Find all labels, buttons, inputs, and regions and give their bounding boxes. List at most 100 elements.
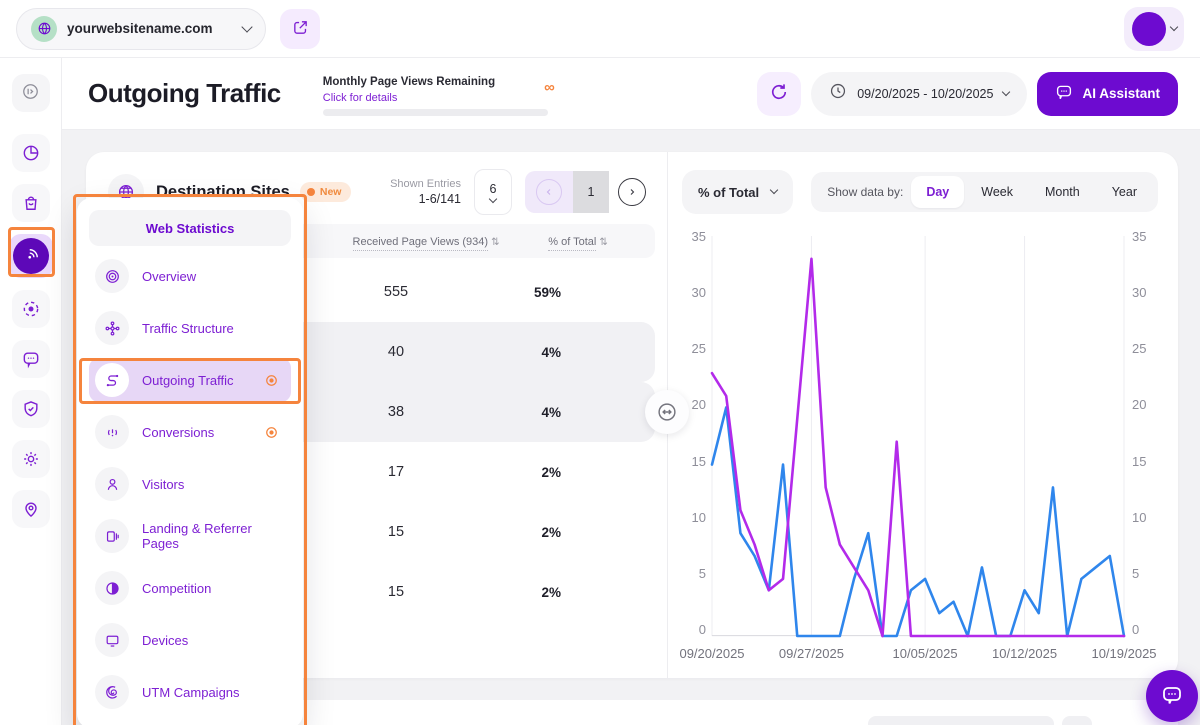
- x-tick-label: 10/12/2025: [992, 646, 1057, 661]
- y-axis-right: 35302520151050: [1124, 230, 1158, 666]
- y-tick-left: 25: [692, 342, 706, 355]
- y-tick-right: 0: [1132, 623, 1139, 636]
- menu-item-label: Competition: [142, 581, 211, 596]
- competition-icon: [95, 571, 129, 605]
- y-tick-right: 20: [1132, 398, 1146, 411]
- y-tick-left: 30: [692, 286, 706, 299]
- period-option-month[interactable]: Month: [1030, 176, 1095, 208]
- column-percent-of-total[interactable]: % of Total: [548, 236, 596, 251]
- menu-item-label: UTM Campaigns: [142, 685, 240, 700]
- collapse-arrow-icon: [21, 82, 40, 104]
- shown-entries: Shown Entries 1-6/141: [390, 178, 461, 206]
- menu-item-label: Traffic Structure: [142, 321, 234, 336]
- views-cell: 17: [321, 464, 471, 480]
- support-chat-button[interactable]: [1146, 670, 1198, 722]
- date-range-value: 09/20/2025 - 10/20/2025: [857, 87, 993, 101]
- y-tick-left: 20: [692, 398, 706, 411]
- radar-icon: [13, 238, 49, 274]
- y-tick-left: 35: [692, 230, 706, 243]
- sidebar-nav: [9, 134, 53, 528]
- x-tick-label: 09/20/2025: [679, 646, 744, 661]
- page-size-selector[interactable]: 6: [474, 169, 512, 215]
- chat-bubble-icon: [1160, 683, 1184, 710]
- percent-cell: 59%: [471, 285, 561, 300]
- menu-items: Overview Traffic Structure Outgoing Traffi…: [89, 254, 291, 714]
- sort-icon: ⇅: [599, 237, 607, 248]
- plot-area[interactable]: 09/20/202509/27/202510/05/202510/12/2025…: [712, 230, 1124, 666]
- chart-panel: % of Total Show data by: DayWeekMonthYea…: [668, 152, 1178, 678]
- y-tick-right: 5: [1132, 567, 1139, 580]
- period-option-year[interactable]: Year: [1097, 176, 1152, 208]
- ai-assistant-label: AI Assistant: [1082, 86, 1160, 101]
- sidebar-item-pie-chart[interactable]: [12, 134, 50, 172]
- chart-svg: [712, 236, 1124, 636]
- y-tick-left: 15: [692, 455, 706, 468]
- website-selector[interactable]: yourwebsitename.com: [16, 8, 266, 50]
- page-header: Outgoing Traffic Monthly Page Views Rema…: [62, 58, 1200, 130]
- quota-details-link[interactable]: Click for details: [323, 92, 495, 104]
- clock-icon: [829, 82, 847, 105]
- percent-cell: 4%: [471, 405, 561, 420]
- open-site-button[interactable]: [280, 9, 320, 49]
- website-globe-icon: [31, 16, 57, 42]
- views-cell: 38: [321, 404, 471, 420]
- collapse-sidebar-button[interactable]: [12, 74, 50, 112]
- menu-item-overview[interactable]: Overview: [89, 254, 291, 298]
- show-data-by-label: Show data by:: [827, 185, 903, 199]
- infinity-value: ∞: [544, 80, 555, 95]
- blue-series-line: [712, 407, 1124, 636]
- resize-handle[interactable]: [645, 390, 689, 434]
- sidebar-item-radar[interactable]: [9, 234, 53, 278]
- column-received-page-views[interactable]: Received Page Views (934): [353, 236, 489, 251]
- sidebar-item-shield-check[interactable]: [12, 390, 50, 428]
- views-cell: 555: [321, 284, 471, 300]
- sidebar-item-settings-gear[interactable]: [12, 440, 50, 478]
- y-tick-right: 30: [1132, 286, 1146, 299]
- chevron-down-icon: [241, 21, 252, 32]
- menu-item-visitors[interactable]: Visitors: [89, 462, 291, 506]
- menu-item-label: Landing & Referrer Pages: [142, 521, 285, 551]
- period-option-week[interactable]: Week: [966, 176, 1028, 208]
- avatar: [1132, 12, 1166, 46]
- menu-item-outgoing-traffic[interactable]: Outgoing Traffic: [89, 358, 291, 402]
- y-tick-right: 10: [1132, 511, 1146, 524]
- views-cell: 15: [321, 524, 471, 540]
- menu-item-landing-referrer-pages[interactable]: Landing & Referrer Pages: [89, 514, 291, 558]
- menu-header: Web Statistics: [89, 210, 291, 246]
- sidebar-item-chat-bubble[interactable]: [12, 340, 50, 378]
- period-option-day[interactable]: Day: [911, 176, 964, 208]
- sidebar-item-shopping-bag[interactable]: [12, 184, 50, 222]
- y-tick-right: 15: [1132, 455, 1146, 468]
- date-range-picker[interactable]: 09/20/2025 - 10/20/2025: [811, 72, 1027, 116]
- chevron-down-icon: [1002, 87, 1010, 95]
- metric-dropdown[interactable]: % of Total: [682, 170, 793, 214]
- menu-item-utm-campaigns[interactable]: UTM Campaigns: [89, 670, 291, 714]
- location-pin-icon: [21, 499, 41, 519]
- chevron-down-icon: [1169, 22, 1177, 30]
- sidebar-item-screen-record[interactable]: [12, 290, 50, 328]
- overview-icon: [95, 259, 129, 293]
- refresh-button[interactable]: [757, 72, 801, 116]
- prev-page-button[interactable]: [525, 171, 573, 213]
- traffic-structure-icon: [95, 311, 129, 345]
- chevron-down-icon: [489, 195, 497, 203]
- percent-cell: 4%: [471, 345, 561, 360]
- utm-campaigns-icon: [95, 675, 129, 709]
- menu-item-label: Outgoing Traffic: [142, 373, 234, 388]
- x-tick-label: 10/19/2025: [1091, 646, 1156, 661]
- menu-item-traffic-structure[interactable]: Traffic Structure: [89, 306, 291, 350]
- y-tick-right: 25: [1132, 342, 1146, 355]
- menu-item-devices[interactable]: Devices: [89, 618, 291, 662]
- ai-assistant-button[interactable]: AI Assistant: [1037, 72, 1178, 116]
- quota-title: Monthly Page Views Remaining: [323, 76, 495, 88]
- menu-item-competition[interactable]: Competition: [89, 566, 291, 610]
- target-icon: [264, 425, 279, 440]
- account-menu[interactable]: [1124, 7, 1184, 51]
- y-tick-left: 5: [699, 567, 706, 580]
- next-page-button[interactable]: [609, 171, 655, 213]
- target-icon: [264, 373, 279, 388]
- menu-item-label: Conversions: [142, 425, 214, 440]
- sidebar-item-location-pin[interactable]: [12, 490, 50, 528]
- y-tick-left: 0: [699, 623, 706, 636]
- menu-item-conversions[interactable]: Conversions: [89, 410, 291, 454]
